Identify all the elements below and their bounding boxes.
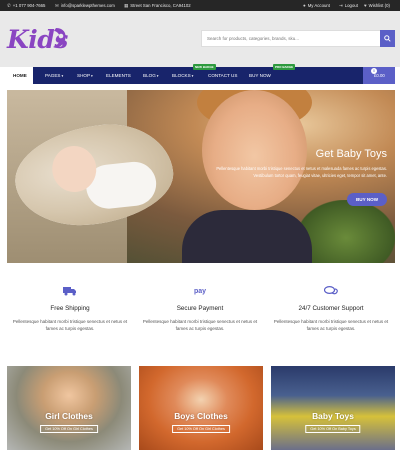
nav-elements[interactable]: ELEMENTS (106, 67, 131, 84)
nav-contact-us-label: CONTACT US (208, 73, 238, 78)
nav-blocks[interactable]: BLOCKS▾ (172, 67, 193, 84)
cart-total: £0.00 (374, 73, 385, 78)
feature-title: Secure Payment (176, 305, 224, 312)
search-button[interactable] (380, 30, 395, 47)
chevron-down-icon: ▾ (61, 74, 64, 78)
feature-secure-payment: pay Secure Payment Pellentesque habitant… (139, 286, 261, 332)
nav-blocks-label: BLOCKS (172, 73, 191, 78)
main-nav: HOME PAGES▾ SHOP▾ ELEMENTS BLOG▾ BLOCKS▾… (7, 64, 395, 84)
email-text: info@sparklewpthemes.com (60, 3, 115, 8)
category-title: Boys Clothes (174, 411, 228, 421)
chevron-down-icon: ▾ (91, 74, 93, 78)
nav-pages-label: PAGES (45, 73, 61, 78)
logo-mark-icon (53, 28, 66, 48)
nav-shop[interactable]: SHOP▾ (77, 67, 93, 84)
feature-title: 24/7 Customer Support (298, 305, 364, 312)
nav-pages[interactable]: PAGES▾ (45, 67, 63, 84)
search-icon (384, 35, 391, 42)
chat-icon (270, 285, 392, 298)
chevron-down-icon: ▾ (191, 74, 194, 78)
category-title: Baby Toys (312, 411, 354, 421)
hero-title: Get Baby Toys (315, 148, 387, 160)
logout-link[interactable]: ⇥ Logout (339, 0, 358, 11)
baby-photo-blob (10, 118, 178, 232)
building-icon: ▦ (124, 3, 129, 8)
category-subtitle: Get 10% Off On Girl Clothes (40, 425, 98, 433)
girl-body (182, 210, 312, 263)
nav-elements-label: ELEMENTS (106, 73, 131, 78)
logout-label: Logout (344, 3, 358, 8)
nav-home[interactable]: HOME (7, 67, 33, 84)
category-subtitle: Get 10% Off On Baby Toys (305, 425, 361, 433)
search-input[interactable] (202, 31, 382, 46)
hero-banner: Get Baby Toys Pellentesque habitant morb… (7, 90, 395, 263)
feature-title: Free Shipping (50, 305, 90, 312)
wishlist-label: Wishlist (0) (368, 3, 390, 8)
feature-customer-support: 24/7 Customer Support Pellentesque habit… (270, 285, 392, 332)
heart-icon: ♥ (364, 3, 367, 8)
nav-contact-us[interactable]: CONTACT US (208, 67, 237, 84)
my-account-link[interactable]: ● My Account (303, 0, 330, 11)
cart-button[interactable]: 0 £0.00 (363, 67, 395, 84)
category-boys-clothes[interactable]: Boys Clothes Get 10% Off On Girl Clothes (139, 366, 263, 450)
chevron-down-icon: ▾ (156, 74, 159, 78)
top-bar: ✆ +1 077 904-7665 ✉ info@sparklewpthemes.c… (0, 0, 400, 11)
my-account-label: My Account (307, 3, 330, 8)
category-title: Girl Clothes (45, 411, 93, 421)
search-bar (201, 30, 395, 47)
envelope-icon: ✉ (55, 3, 59, 8)
category-girl-clothes[interactable]: Girl Clothes Get 10% Off On Girl Clothes (7, 366, 131, 450)
nav-buy-now[interactable]: BUY NOW (249, 67, 271, 84)
phone-icon: ✆ (7, 3, 11, 8)
nav-blog[interactable]: BLOG▾ (143, 67, 159, 84)
nav-buy-now-label: BUY NOW (249, 73, 271, 78)
nav-home-label: HOME (13, 73, 27, 78)
address-contact: ▦ Street San Francisco, CA94102 (124, 0, 191, 11)
logout-icon: ⇥ (339, 3, 343, 8)
nav-blog-label: BLOG (143, 73, 156, 78)
site-header: Kids (0, 11, 400, 67)
email-contact[interactable]: ✉ info@sparklewpthemes.com (55, 0, 115, 11)
feature-description: Pellentesque habitant morbi tristique se… (12, 319, 128, 331)
truck-icon (9, 286, 131, 298)
user-icon: ● (303, 3, 306, 8)
cart-count-badge: 0 (371, 68, 377, 74)
feature-free-shipping: Free Shipping Pellentesque habitant morb… (9, 286, 131, 332)
pay-icon: pay (193, 288, 207, 295)
address-text: Street San Francisco, CA94102 (130, 3, 191, 8)
feature-description: Pellentesque habitant morbi tristique se… (142, 319, 258, 331)
feature-description: Pellentesque habitant morbi tristique se… (273, 319, 389, 331)
buy-now-button[interactable]: BUY NOW (347, 193, 387, 206)
phone-text: +1 077 904-7665 (12, 3, 46, 8)
wishlist-link[interactable]: ♥ Wishlist (0) (364, 0, 390, 11)
phone-contact[interactable]: ✆ +1 077 904-7665 (7, 0, 45, 11)
hero-description: Pellentesque habitant morbi tristique se… (216, 166, 387, 178)
pro-badge: PRO BADGE (273, 64, 296, 70)
nav-shop-label: SHOP (77, 73, 91, 78)
category-baby-toys[interactable]: Baby Toys Get 10% Off On Baby Toys (271, 366, 395, 450)
category-subtitle: Get 10% Off On Girl Clothes (172, 425, 230, 433)
